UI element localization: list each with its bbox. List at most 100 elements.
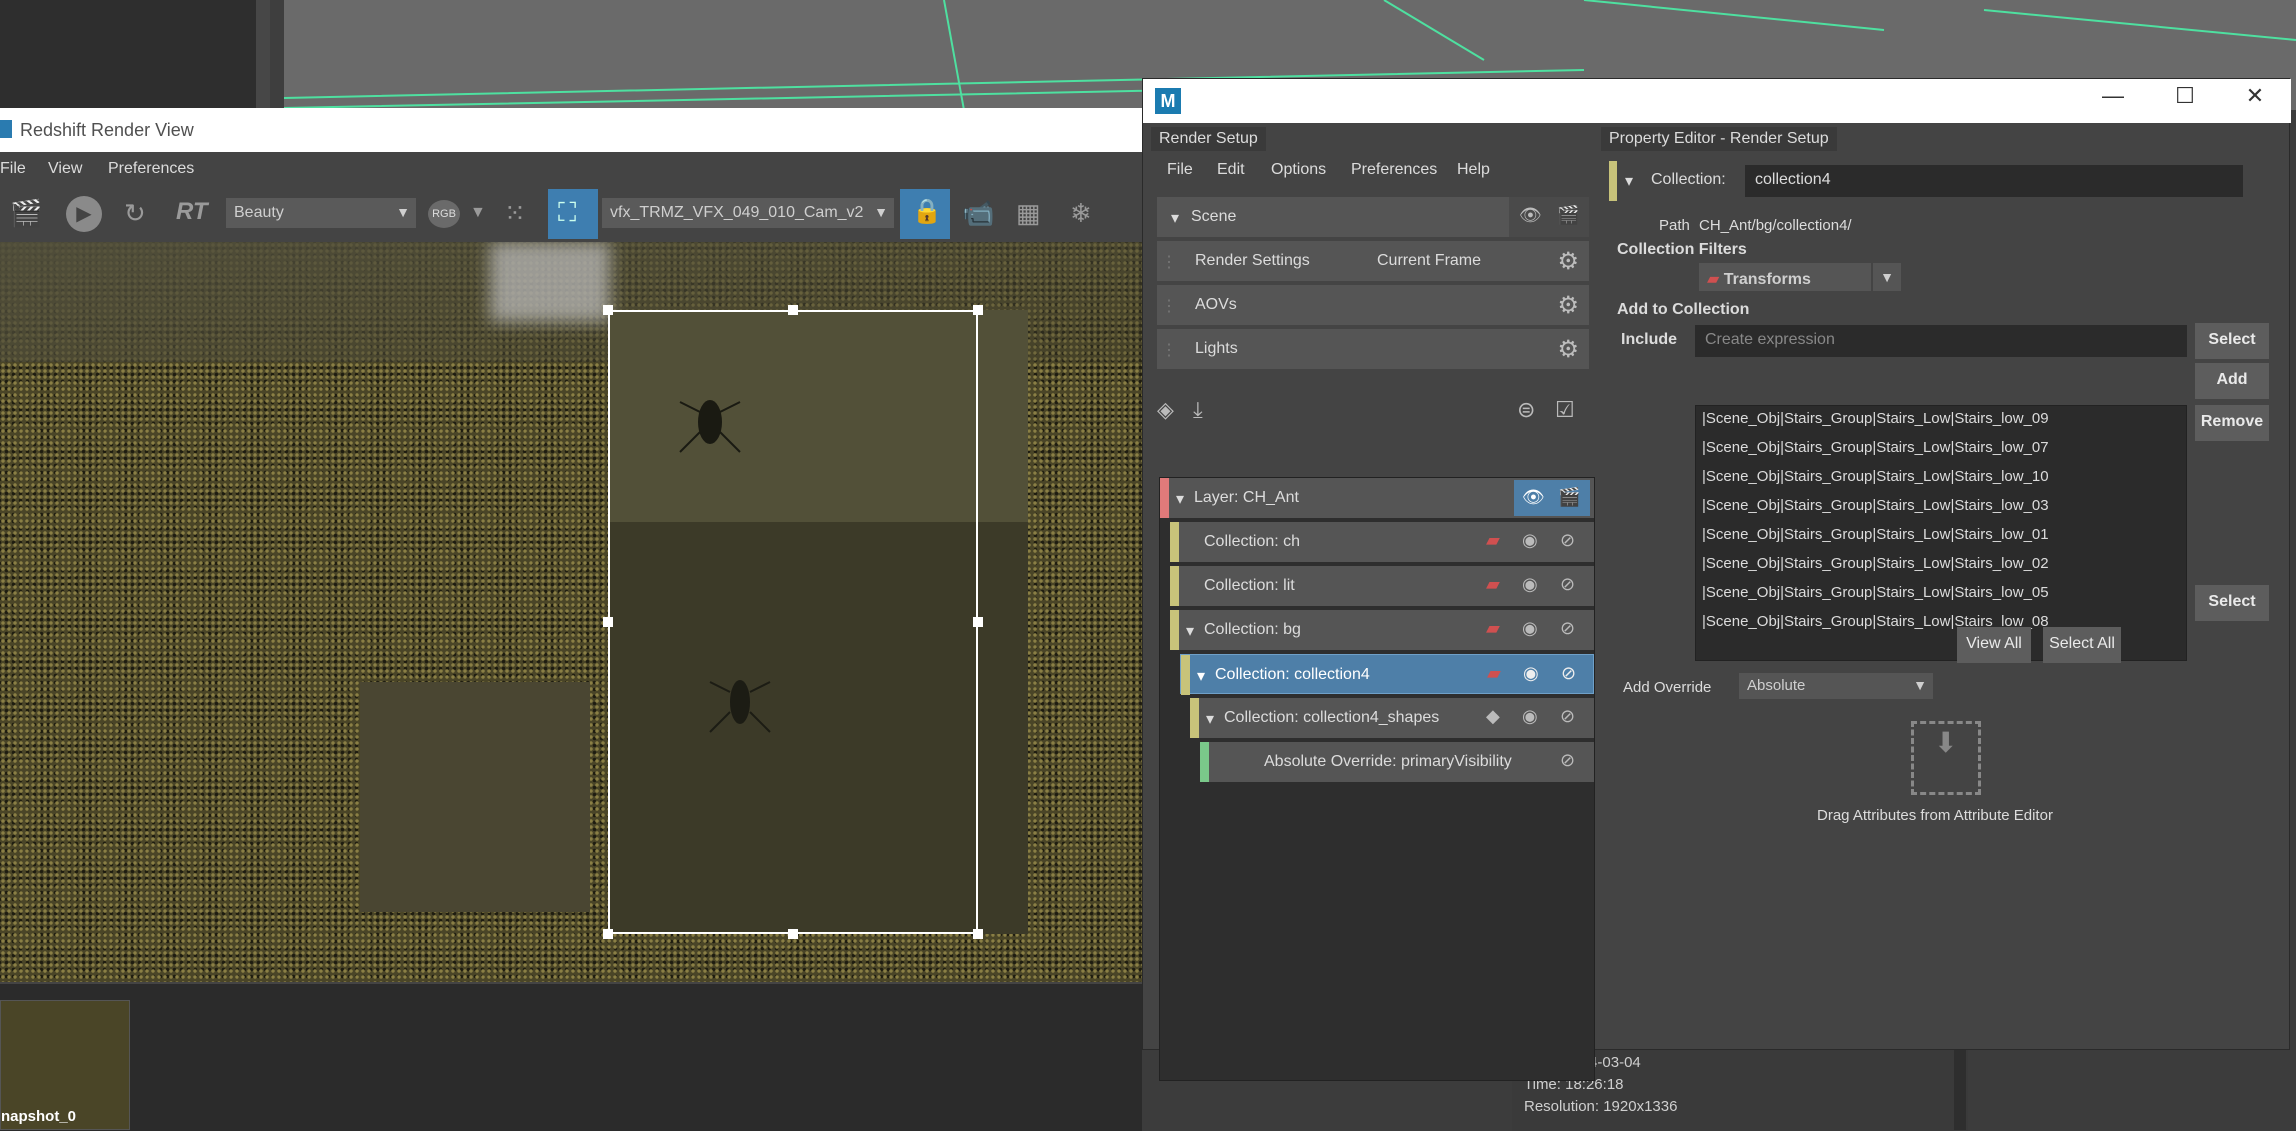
dots-grid-icon[interactable]: ⁙ — [504, 198, 526, 229]
lock-button[interactable]: 🔒 — [900, 189, 950, 239]
list-item[interactable]: |Scene_Obj|Stairs_Group|Stairs_Low|Stair… — [1702, 584, 2049, 601]
menu-preferences[interactable]: Preferences — [1351, 161, 1437, 179]
menu-options[interactable]: Options — [1271, 161, 1326, 179]
menu-file[interactable]: File — [0, 160, 26, 178]
chevron-down-icon[interactable]: ▼ — [470, 204, 486, 222]
menu-help[interactable]: Help — [1457, 161, 1490, 179]
redshift-toolbar: 🎬 ▶ ↻ RT Beauty ▼ RGB ▼ ⁙ ⛶ vfx_TRMZ_VFX_… — [0, 186, 1142, 242]
filter-combo[interactable]: ▰ Transforms — [1699, 263, 1871, 291]
crop-handle[interactable] — [788, 305, 798, 315]
menu-view[interactable]: View — [48, 160, 82, 178]
disable-icon[interactable]: ⊘ — [1560, 530, 1575, 551]
aovs-row[interactable]: ⋮ AOVs ⚙ — [1157, 285, 1589, 325]
drag-handle-icon[interactable]: ⋮ — [1161, 252, 1177, 272]
gear-icon[interactable]: ⚙ — [1557, 247, 1579, 276]
visibility-toggle-icon[interactable]: ⊜ — [1517, 397, 1535, 423]
isolate-icon[interactable]: ◉ — [1522, 706, 1538, 727]
camera-combo[interactable]: vfx_TRMZ_VFX_049_010_Cam_v2 ▼ — [602, 198, 894, 228]
clapper-icon[interactable]: 🎬 — [1558, 487, 1580, 508]
eye-icon[interactable]: 👁 — [1522, 487, 1545, 508]
object-list[interactable]: |Scene_Obj|Stairs_Group|Stairs_Low|Stair… — [1695, 405, 2187, 661]
isolate-icon[interactable]: ◉ — [1522, 574, 1538, 595]
layer-row[interactable]: ▾ Layer: CH_Ant 👁 🎬 — [1160, 478, 1594, 518]
clapper-icon[interactable]: 🎬 — [1557, 205, 1579, 226]
crop-handle[interactable] — [788, 929, 798, 939]
grid-icon[interactable]: ▦ — [1016, 198, 1041, 229]
select-all-button[interactable]: Select All — [2043, 627, 2121, 663]
view-all-button[interactable]: View All — [1957, 627, 2031, 663]
drop-target-icon[interactable]: ⬇ — [1911, 721, 1981, 795]
collection-name-field[interactable]: collection4 — [1745, 165, 2243, 197]
tab-property-editor[interactable]: Property Editor - Render Setup — [1601, 127, 1837, 151]
crop-handle[interactable] — [603, 617, 613, 627]
disable-icon[interactable]: ⊘ — [1560, 574, 1575, 595]
disable-icon[interactable]: ⊘ — [1560, 750, 1575, 771]
tree-row-ch[interactable]: Collection: ch ▰ ◉ ⊘ — [1170, 522, 1594, 562]
rt-toggle[interactable]: RT — [176, 198, 208, 226]
import-icon[interactable]: ⤓ — [1193, 397, 1203, 423]
drag-handle-icon[interactable]: ⋮ — [1161, 340, 1177, 360]
gear-icon[interactable]: ⚙ — [1557, 291, 1579, 320]
tree-row-lit[interactable]: Collection: lit ▰ ◉ ⊘ — [1170, 566, 1594, 606]
tree-row-collection4[interactable]: ▾ Collection: collection4 ▰ ◉ ⊘ — [1180, 654, 1594, 695]
info-scrollbar[interactable] — [1954, 1050, 1966, 1130]
list-item[interactable]: |Scene_Obj|Stairs_Group|Stairs_Low|Stair… — [1702, 468, 2049, 485]
render-settings-row[interactable]: ⋮ Render Settings Current Frame ⚙ — [1157, 241, 1589, 281]
menu-file[interactable]: File — [1167, 161, 1193, 179]
drag-handle-icon[interactable]: ⋮ — [1161, 296, 1177, 316]
crop-handle[interactable] — [973, 929, 983, 939]
clapper-icon[interactable]: 🎬 — [10, 198, 42, 229]
chevron-down-icon[interactable]: ▾ — [1625, 171, 1633, 191]
maximize-icon[interactable]: ☐ — [2165, 83, 2205, 109]
collection-strip — [1190, 698, 1199, 738]
override-combo[interactable]: Absolute ▼ — [1739, 673, 1933, 699]
tree-row-override[interactable]: Absolute Override: primaryVisibility ⊘ — [1200, 742, 1594, 782]
eye-icon[interactable]: 👁 — [1519, 205, 1542, 226]
aov-combo[interactable]: Beauty ▼ — [226, 198, 416, 228]
menu-edit[interactable]: Edit — [1217, 161, 1245, 179]
minimize-icon[interactable]: — — [2093, 83, 2133, 109]
collection-label: Collection: ch — [1204, 533, 1301, 550]
tree-row-bg[interactable]: ▾ Collection: bg ▰ ◉ ⊘ — [1170, 610, 1594, 650]
menu-preferences[interactable]: Preferences — [108, 160, 194, 178]
scene-row[interactable]: ▾ Scene 👁 🎬 — [1157, 197, 1589, 237]
crop-handle[interactable] — [603, 305, 613, 315]
remove-button[interactable]: Remove — [2195, 405, 2269, 441]
crop-handle[interactable] — [973, 305, 983, 315]
crop-region-frame[interactable] — [608, 310, 978, 934]
gear-icon[interactable]: ⚙ — [1557, 335, 1579, 364]
play-icon[interactable]: ▶ — [66, 196, 102, 232]
list-item[interactable]: |Scene_Obj|Stairs_Group|Stairs_Low|Stair… — [1702, 555, 2049, 572]
add-layer-icon[interactable]: ◈ — [1157, 397, 1174, 423]
list-item[interactable]: |Scene_Obj|Stairs_Group|Stairs_Low|Stair… — [1702, 439, 2049, 456]
filter-dropdown[interactable]: ▼ — [1873, 263, 1901, 291]
disable-icon[interactable]: ⊘ — [1560, 618, 1575, 639]
expression-field[interactable]: Create expression — [1695, 325, 2187, 357]
snapshot-thumbnail[interactable]: napshot_0 — [0, 1000, 130, 1130]
disable-icon[interactable]: ⊘ — [1560, 706, 1575, 727]
list-item[interactable]: |Scene_Obj|Stairs_Group|Stairs_Low|Stair… — [1702, 410, 2049, 427]
render-image[interactable] — [0, 242, 1142, 982]
crop-region-button[interactable]: ⛶ — [548, 189, 598, 239]
crop-handle[interactable] — [973, 617, 983, 627]
refresh-icon[interactable]: ↻ — [124, 198, 146, 229]
disable-icon[interactable]: ⊘ — [1561, 663, 1576, 684]
rgb-channel-button[interactable]: RGB — [428, 200, 460, 228]
select-expression-button[interactable]: Select — [2195, 323, 2269, 359]
select-objects-button[interactable]: Select — [2195, 585, 2269, 621]
camera-icon[interactable]: 📹 — [962, 198, 994, 229]
isolate-icon[interactable]: ◉ — [1522, 530, 1538, 551]
list-item[interactable]: |Scene_Obj|Stairs_Group|Stairs_Low|Stair… — [1702, 526, 2049, 543]
snapshot-bar: napshot_0 — [0, 982, 1142, 1131]
close-icon[interactable]: ✕ — [2235, 83, 2275, 109]
list-item[interactable]: |Scene_Obj|Stairs_Group|Stairs_Low|Stair… — [1702, 497, 2049, 514]
tree-row-collection4-shapes[interactable]: ▾ Collection: collection4_shapes ◆ ◉ ⊘ — [1190, 698, 1594, 738]
crop-handle[interactable] — [603, 929, 613, 939]
lights-row[interactable]: ⋮ Lights ⚙ — [1157, 329, 1589, 369]
add-button[interactable]: Add — [2195, 363, 2269, 399]
isolate-icon[interactable]: ◉ — [1522, 618, 1538, 639]
checklist-icon[interactable]: ☑ — [1555, 397, 1575, 423]
snowflake-icon[interactable]: ❄ — [1070, 198, 1092, 229]
tab-render-setup[interactable]: Render Setup — [1151, 127, 1266, 151]
isolate-icon[interactable]: ◉ — [1523, 663, 1539, 684]
